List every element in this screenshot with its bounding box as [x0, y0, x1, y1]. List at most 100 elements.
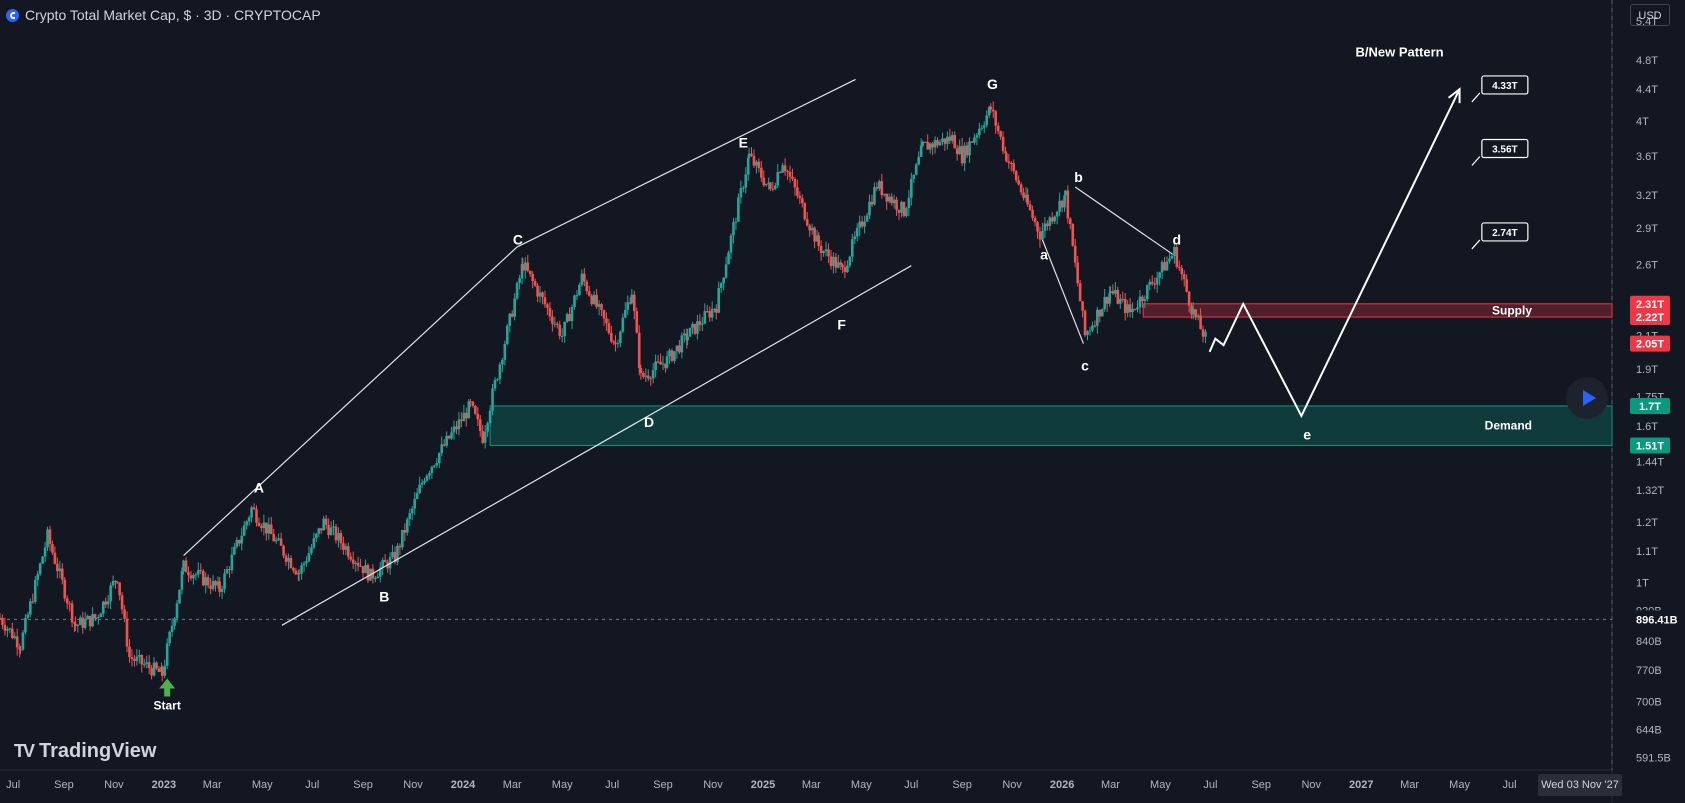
candle-body [890, 196, 893, 204]
candle-body [351, 559, 355, 564]
candle [1001, 131, 1005, 155]
candle [1150, 275, 1154, 286]
candle-body [846, 265, 849, 273]
price-chart[interactable]: Supply Demand Start A B C D E F Ga b c d e B/New Patte… [0, 0, 1685, 803]
x-tick-label: Mar [1400, 779, 1419, 791]
candle-body [717, 288, 721, 313]
candle-body [1138, 296, 1142, 308]
candle-body [551, 316, 554, 324]
candle-body [324, 518, 328, 525]
candle-body [418, 484, 421, 494]
candle-body [406, 519, 409, 533]
candle-body [570, 306, 574, 322]
candles-group [0, 101, 1207, 682]
candle [125, 611, 129, 653]
candle [551, 310, 554, 332]
candle [665, 350, 669, 370]
x-tick-label: Jul [6, 779, 20, 791]
wave-label-C: C [513, 232, 523, 248]
chart-header[interactable]: Crypto Total Market Cap, $ · 3D · CRYPTO… [6, 7, 321, 23]
candle-body [43, 547, 47, 557]
candle [245, 520, 248, 530]
candle-body [269, 524, 273, 535]
candle [837, 254, 840, 269]
candle [985, 110, 989, 128]
candle-body [302, 563, 306, 566]
candle [447, 435, 451, 440]
candle [88, 615, 92, 631]
candle-body [175, 603, 179, 619]
target-pointer [1471, 92, 1481, 103]
candle-body [1088, 330, 1092, 332]
candle [1036, 220, 1039, 239]
candle [356, 556, 360, 572]
candle-body [260, 525, 263, 528]
candle-body [1071, 224, 1075, 246]
candle-body [970, 141, 974, 143]
candle-body [1009, 162, 1013, 164]
candle [486, 421, 489, 437]
wave-label-D: D [644, 414, 654, 430]
candle [1194, 309, 1197, 321]
candle-body [220, 588, 224, 592]
candle [610, 325, 613, 344]
x-tick-label: Jul [1203, 779, 1217, 791]
candle [585, 279, 589, 295]
candle [501, 357, 504, 373]
candle-body [26, 614, 30, 618]
candle [670, 348, 674, 363]
candle-body [580, 273, 584, 285]
candle-body [892, 199, 896, 204]
candle [796, 179, 799, 199]
candle-body [1096, 309, 1099, 326]
candle [450, 427, 453, 441]
candle-body [817, 235, 821, 247]
candle [168, 630, 171, 647]
candle-body [708, 311, 712, 318]
candle-body [612, 341, 616, 343]
candle [510, 310, 514, 318]
candle [282, 544, 285, 559]
candle-body [714, 309, 718, 313]
candle [376, 572, 380, 579]
y-tick-label: 770B [1636, 665, 1662, 677]
candle [317, 527, 321, 538]
candle-body [1180, 267, 1184, 275]
y-tick-label: 3.6T [1636, 151, 1658, 163]
candle [503, 340, 507, 366]
candle [194, 572, 198, 581]
candle-body [875, 187, 879, 189]
candle [242, 520, 246, 537]
candle [31, 593, 35, 604]
candle-body [1177, 266, 1181, 268]
tradingview-logo: TV TradingView [14, 740, 156, 763]
candle [435, 458, 439, 469]
candle-body [319, 528, 323, 531]
candle [513, 293, 516, 321]
candle [999, 130, 1002, 140]
candle-body [48, 529, 52, 545]
candle [63, 576, 67, 602]
candle [228, 565, 231, 578]
candle [374, 575, 377, 583]
candle-body [824, 249, 828, 252]
candle [570, 304, 574, 330]
candle [452, 420, 456, 440]
candle [265, 522, 268, 541]
candle-body [600, 304, 603, 311]
candle-body [13, 636, 17, 639]
currency-button[interactable]: USD [1630, 4, 1670, 26]
candle-body [510, 313, 514, 317]
candle-body [135, 656, 139, 661]
replay-play-button[interactable] [1566, 377, 1608, 419]
candle [406, 517, 409, 536]
x-tick-label: Mar [503, 779, 522, 791]
candle [26, 611, 30, 620]
candle [505, 323, 509, 346]
candle [1088, 326, 1092, 336]
candle-body [312, 538, 316, 548]
candle-body [142, 663, 146, 665]
candle [895, 196, 898, 216]
candle [739, 180, 743, 204]
candle [575, 290, 579, 301]
